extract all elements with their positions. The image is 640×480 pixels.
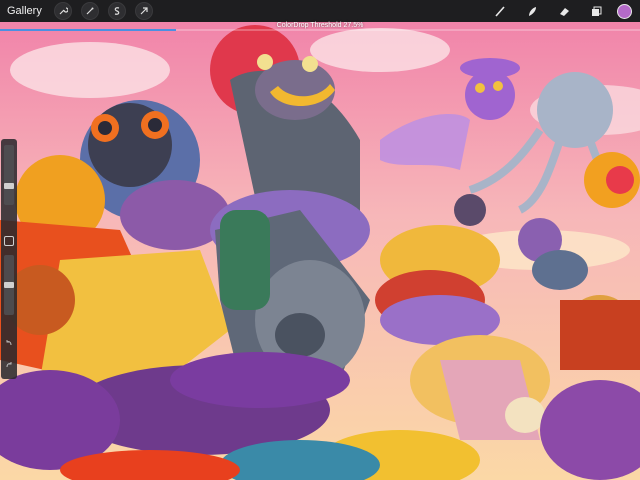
undo-icon[interactable]: [5, 339, 13, 347]
wrench-icon: [59, 7, 68, 15]
adjustments-button[interactable]: [80, 2, 99, 20]
transform-button[interactable]: [134, 2, 153, 20]
magic-wand-icon: [86, 7, 94, 15]
threshold-bar-fill: [0, 29, 176, 31]
brush-size-slider[interactable]: [4, 145, 14, 205]
actions-button[interactable]: [53, 2, 72, 20]
right-tool-group: [479, 0, 640, 22]
threshold-bar[interactable]: [0, 29, 640, 31]
smudge-icon: [528, 6, 536, 16]
redo-icon[interactable]: [5, 361, 13, 369]
selection-icon: [114, 7, 120, 15]
artwork-canvas[interactable]: [0, 0, 640, 480]
side-toolbar: [1, 139, 17, 379]
opacity-slider[interactable]: [4, 255, 14, 315]
erase-button[interactable]: [553, 0, 575, 22]
color-swatch-button[interactable]: [617, 3, 632, 19]
layers-icon: [591, 6, 601, 16]
gallery-button[interactable]: Gallery: [7, 5, 42, 17]
smudge-button[interactable]: [521, 0, 543, 22]
modify-button[interactable]: [4, 236, 14, 246]
paint-button[interactable]: [489, 0, 511, 22]
layers-button[interactable]: [585, 0, 607, 22]
opacity-thumb[interactable]: [4, 282, 14, 288]
brush-icon: [494, 5, 505, 17]
artwork-illustration: [0, 0, 640, 480]
transform-arrow-icon: [140, 7, 148, 15]
brush-size-thumb[interactable]: [4, 182, 14, 189]
selection-button[interactable]: [107, 2, 126, 20]
top-toolbar: Gallery: [0, 0, 640, 22]
eraser-icon: [559, 7, 569, 16]
